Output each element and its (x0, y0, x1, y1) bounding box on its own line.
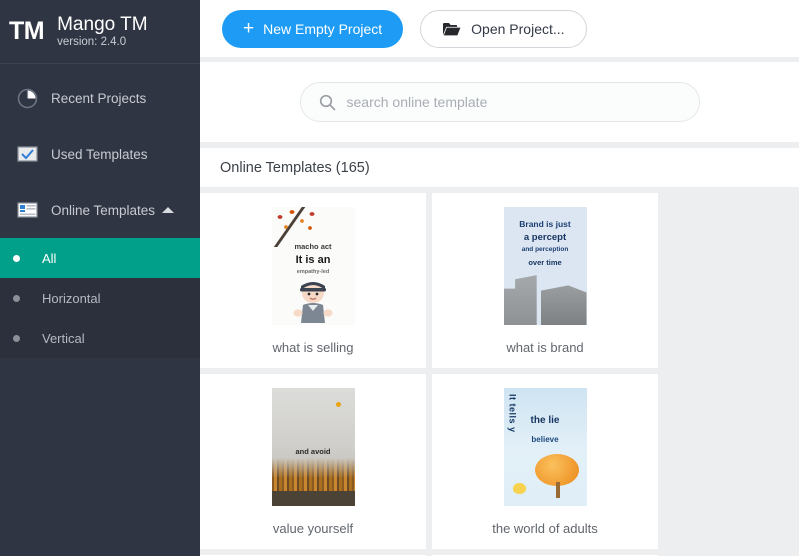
template-grid: macho act It is an empathy-led what is s… (200, 193, 799, 556)
template-label: value yourself (272, 521, 354, 536)
bullet-icon (13, 254, 20, 262)
template-card[interactable]: and avoid value yourself (200, 374, 426, 549)
sun-icon (335, 402, 341, 407)
search-icon (319, 94, 336, 111)
thumb-line: macho act (294, 242, 332, 251)
thumb-line: over time (528, 258, 562, 267)
template-thumbnail: It tells y the lie believe (503, 388, 587, 506)
bullet-icon (13, 334, 20, 342)
template-card[interactable]: It tells y the lie believe the world of … (432, 374, 658, 549)
app-title: Mango TM (57, 14, 148, 35)
autumn-branch-icon (271, 207, 322, 247)
recent-projects-icon (16, 87, 38, 109)
template-thumbnail: and avoid (271, 388, 355, 506)
page-title: Online Templates (165) (220, 159, 370, 176)
template-label: what is selling (272, 340, 354, 355)
app-window: TM Mango TM version: 2.4.0 Recent Projec… (0, 0, 799, 556)
template-thumbnail: Brand is just a percept and perception o… (503, 207, 587, 325)
plus-icon: + (243, 18, 255, 39)
thumb-line: It is an (295, 254, 331, 266)
sidebar-subitem-label: Vertical (42, 330, 85, 346)
template-thumbnail: macho act It is an empathy-led (271, 207, 355, 325)
sidebar-item-vertical[interactable]: Vertical (0, 318, 200, 358)
thumb-line: and avoid (295, 447, 331, 456)
open-project-label: Open Project... (471, 20, 565, 37)
sidebar-item-all[interactable]: All (0, 238, 200, 278)
sidebar-item-online-templates[interactable]: Online Templates (0, 182, 200, 238)
thumb-line: Brand is just (519, 219, 571, 229)
tree-trunk (555, 482, 560, 498)
new-empty-project-button[interactable]: + New Empty Project (222, 9, 404, 48)
sidebar: TM Mango TM version: 2.4.0 Recent Projec… (0, 0, 200, 556)
sidebar-nav: Recent Projects Used Templates Online Te… (0, 64, 200, 358)
used-templates-icon (16, 143, 38, 165)
template-label: the world of adults (492, 521, 598, 536)
online-templates-icon (16, 199, 38, 221)
sidebar-subitem-label: Horizontal (42, 290, 101, 306)
building-shape-icon (540, 285, 587, 325)
template-card[interactable]: Brand is just a percept and perception o… (432, 193, 658, 368)
new-empty-project-label: New Empty Project (263, 20, 383, 37)
ground-shape (271, 491, 355, 506)
thumb-line: empathy-led (296, 269, 330, 275)
sidebar-item-label: Online Templates (51, 202, 156, 218)
search-panel (200, 62, 799, 142)
thumb-vertical-line: It tells y (507, 394, 518, 433)
main-content: + New Empty Project Open Project... sear… (200, 0, 799, 556)
toolbar: + New Empty Project Open Project... (200, 0, 799, 57)
app-version: version: 2.4.0 (57, 36, 127, 48)
open-project-button[interactable]: Open Project... (420, 9, 587, 48)
template-label: what is brand (506, 340, 584, 355)
thumb-line: and perception (521, 246, 569, 253)
thumb-line: believe (531, 435, 559, 444)
thumb-line: the lie (530, 415, 560, 426)
template-card[interactable]: macho act It is an empathy-led what is s… (200, 193, 426, 368)
bullet-icon (13, 294, 20, 302)
sidebar-item-used-templates[interactable]: Used Templates (0, 126, 200, 182)
search-box[interactable] (299, 82, 700, 122)
sidebar-subnav: All Horizontal Vertical (0, 238, 200, 358)
sidebar-item-recent-projects[interactable]: Recent Projects (0, 70, 200, 126)
thumb-line: a percept (523, 232, 567, 243)
sidebar-item-label: Recent Projects (51, 90, 147, 106)
sidebar-item-horizontal[interactable]: Horizontal (0, 278, 200, 318)
sidebar-subitem-label: All (42, 250, 57, 266)
search-input[interactable] (346, 94, 677, 110)
bird-icon (512, 483, 526, 494)
sidebar-item-label: Used Templates (51, 146, 148, 162)
chevron-up-icon[interactable] (162, 207, 175, 213)
app-logo: TM (9, 17, 45, 45)
section-header: Online Templates (165) (200, 148, 799, 187)
boy-character-icon (293, 282, 333, 323)
folder-icon (442, 21, 461, 37)
brand-header: TM Mango TM version: 2.4.0 (0, 0, 200, 64)
